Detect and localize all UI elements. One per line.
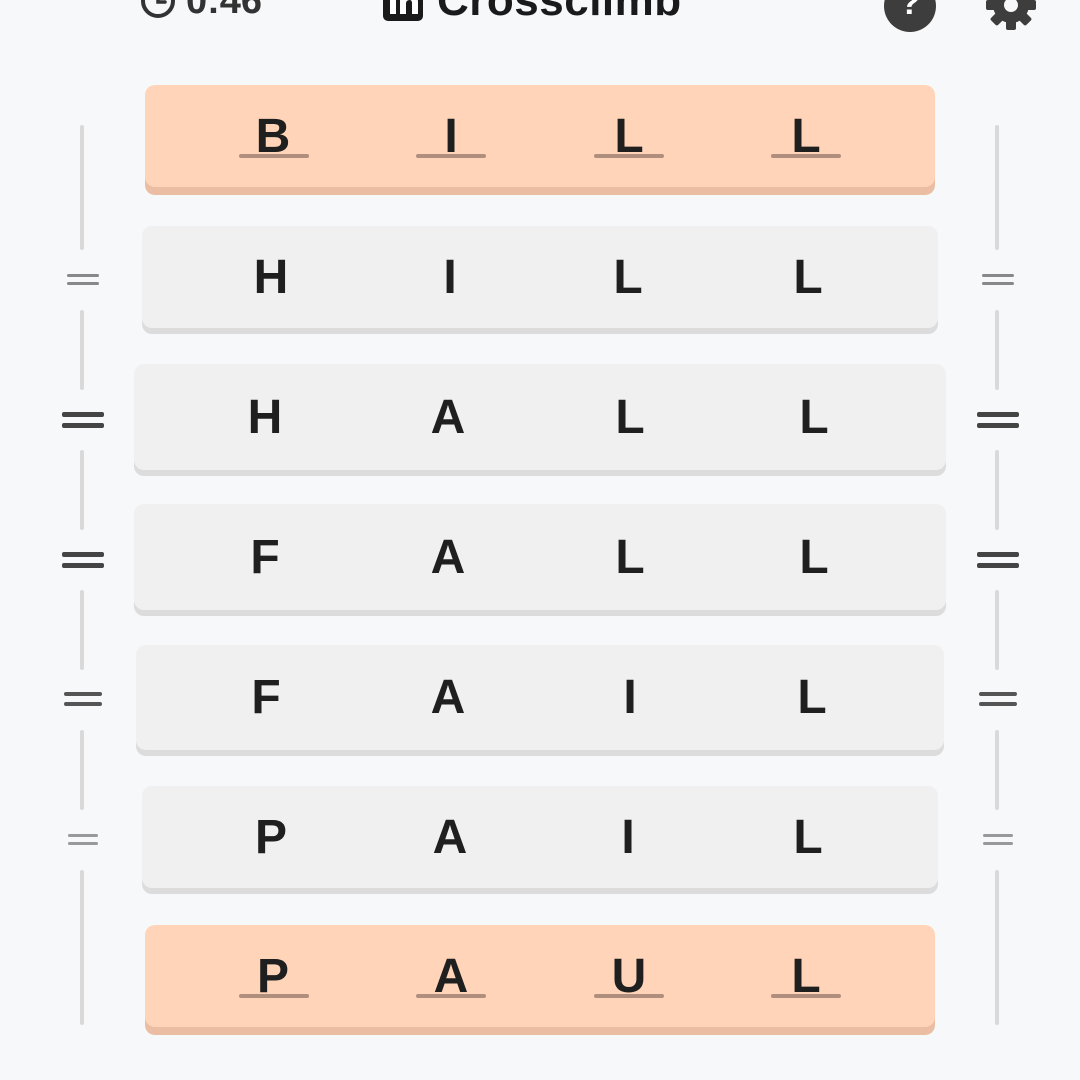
word-row-top-locked: B I L L bbox=[145, 85, 935, 187]
letter-cell: A bbox=[413, 645, 483, 750]
letter-cell[interactable]: B bbox=[238, 85, 308, 187]
game-title: Crossclimb bbox=[383, 0, 682, 25]
timer: 0:46 bbox=[140, 0, 262, 24]
right-rail-segment bbox=[995, 310, 999, 390]
letter: L bbox=[793, 810, 823, 864]
word-row[interactable]: H I L L bbox=[142, 226, 938, 328]
letter-cell: A bbox=[415, 786, 485, 888]
word-row[interactable]: H A L L bbox=[134, 364, 946, 470]
letter-underline bbox=[239, 154, 309, 158]
settings-gear-icon[interactable] bbox=[984, 0, 1038, 32]
letter: F bbox=[250, 530, 280, 584]
letter: L bbox=[613, 250, 643, 304]
letter-underline bbox=[771, 994, 841, 998]
drag-handle-icon[interactable] bbox=[982, 274, 1014, 285]
letter-cell: L bbox=[779, 364, 849, 470]
clock-icon bbox=[141, 0, 175, 18]
letter-underline bbox=[594, 994, 664, 998]
letter-cell: L bbox=[773, 786, 843, 888]
letter: A bbox=[430, 671, 466, 724]
drag-handle-icon[interactable] bbox=[977, 552, 1019, 568]
left-rail-segment bbox=[80, 450, 84, 530]
right-rail-segment bbox=[995, 730, 999, 810]
letter-cell: I bbox=[595, 645, 665, 750]
drag-handle-icon[interactable] bbox=[62, 412, 104, 428]
letter-underline bbox=[239, 994, 309, 998]
left-rail-segment bbox=[80, 730, 84, 810]
letter-cell[interactable]: L bbox=[771, 85, 841, 187]
letter: F bbox=[251, 671, 281, 724]
letter-cell: F bbox=[231, 645, 301, 750]
letter: P bbox=[254, 810, 287, 864]
letter-cell[interactable]: A bbox=[416, 925, 486, 1027]
letter-cell: L bbox=[773, 226, 843, 328]
drag-handle-icon[interactable] bbox=[62, 552, 104, 568]
linkedin-logo-icon bbox=[383, 0, 423, 21]
letter-cell[interactable]: I bbox=[416, 85, 486, 187]
letter: L bbox=[799, 530, 829, 584]
left-rail-segment bbox=[80, 870, 84, 1025]
letter-cell[interactable]: P bbox=[238, 925, 308, 1027]
top-bar: 0:46 Crossclimb ? bbox=[0, 0, 1080, 60]
right-rail-segment bbox=[995, 125, 999, 250]
drag-handle-icon[interactable] bbox=[67, 274, 99, 285]
letter-cell: I bbox=[593, 786, 663, 888]
letter-underline bbox=[416, 154, 486, 158]
letter-cell: A bbox=[413, 504, 483, 610]
letter: L bbox=[615, 530, 645, 584]
letter: I bbox=[623, 671, 637, 724]
letter-cell: L bbox=[595, 364, 665, 470]
letter-cell: L bbox=[779, 504, 849, 610]
letter-cell: A bbox=[413, 364, 483, 470]
letter: H bbox=[247, 390, 283, 444]
drag-handle-icon[interactable] bbox=[979, 692, 1017, 706]
letter: I bbox=[621, 810, 635, 864]
word-row[interactable]: F A L L bbox=[134, 504, 946, 610]
left-rail-segment bbox=[80, 125, 84, 250]
letter-cell: F bbox=[230, 504, 300, 610]
letter-cell: H bbox=[230, 364, 300, 470]
word-row-bottom-locked: P A U L bbox=[145, 925, 935, 1027]
letter-cell[interactable]: L bbox=[594, 85, 664, 187]
drag-handle-icon[interactable] bbox=[64, 692, 102, 706]
letter-cell: L bbox=[777, 645, 847, 750]
word-row[interactable]: F A I L bbox=[136, 645, 944, 750]
back-arrow-icon[interactable] bbox=[40, 0, 100, 26]
left-rail-segment bbox=[80, 590, 84, 670]
drag-handle-icon[interactable] bbox=[68, 834, 98, 845]
letter-underline bbox=[594, 154, 664, 158]
letter-underline bbox=[771, 154, 841, 158]
letter: L bbox=[793, 250, 823, 304]
letter-cell[interactable]: L bbox=[771, 925, 841, 1027]
timer-text: 0:46 bbox=[186, 0, 263, 22]
letter: L bbox=[799, 390, 829, 444]
letter-cell[interactable]: U bbox=[594, 925, 664, 1027]
word-row[interactable]: P A I L bbox=[142, 786, 938, 888]
letter-cell: H bbox=[236, 226, 306, 328]
letter: L bbox=[615, 390, 645, 444]
letter-underline bbox=[416, 994, 486, 998]
letter-cell: L bbox=[593, 226, 663, 328]
letter: A bbox=[430, 390, 466, 444]
right-rail-segment bbox=[995, 590, 999, 670]
letter: I bbox=[443, 250, 457, 304]
right-rail-segment bbox=[995, 870, 999, 1025]
help-icon: ? bbox=[899, 0, 921, 22]
letter: H bbox=[253, 250, 289, 304]
drag-handle-icon[interactable] bbox=[983, 834, 1013, 845]
help-button[interactable]: ? bbox=[884, 0, 936, 32]
letter-cell: P bbox=[236, 786, 306, 888]
drag-handle-icon[interactable] bbox=[977, 412, 1019, 428]
left-rail-segment bbox=[80, 310, 84, 390]
letter: L bbox=[797, 671, 827, 724]
title-text: Crossclimb bbox=[437, 0, 682, 25]
letter: A bbox=[430, 530, 466, 584]
letter-cell: I bbox=[415, 226, 485, 328]
letter: A bbox=[432, 810, 468, 864]
right-rail-segment bbox=[995, 450, 999, 530]
letter-cell: L bbox=[595, 504, 665, 610]
